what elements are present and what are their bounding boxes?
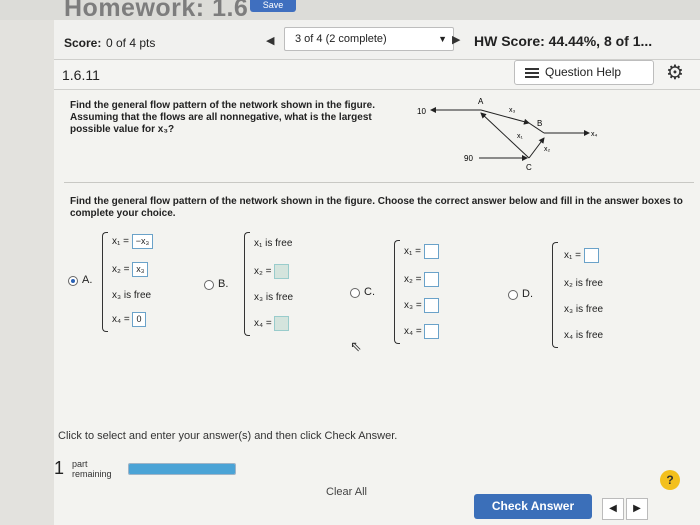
option-d-brace <box>552 242 558 348</box>
option-d-radio[interactable] <box>508 290 518 300</box>
option-c-letter: C. <box>364 286 375 298</box>
parts-remaining-count: 1 <box>54 458 65 478</box>
score-label: Score: <box>64 36 102 50</box>
option-c-row3: x₃ = <box>404 298 440 313</box>
option-b-x4-input[interactable] <box>274 316 290 331</box>
parts-remaining-label: part remaining <box>72 459 112 479</box>
parts-progress-bar <box>128 463 236 475</box>
option-d-x1-input[interactable] <box>583 248 599 263</box>
next-question-icon[interactable]: ▶ <box>452 33 460 46</box>
option-c-row2-label: x₂ = <box>404 274 422 286</box>
option-a-row2-label: x₂ = <box>112 264 130 276</box>
option-b-row2: x₂ = <box>254 264 290 279</box>
next-part-button[interactable]: ▶ <box>626 498 648 520</box>
question-position-label: 3 of 4 (2 complete) <box>295 33 387 45</box>
option-a-row3: x₃ is free <box>112 290 152 301</box>
inflow-bottom-label: 90 <box>464 154 473 163</box>
gear-icon[interactable]: ⚙ <box>666 60 684 85</box>
option-c-row1-label: x₁ = <box>404 246 421 258</box>
x3-label: x₃ <box>509 107 516 114</box>
hw-score: HW Score: 44.44%, 8 of 1... <box>474 33 653 49</box>
option-d-letter: D. <box>522 288 533 300</box>
question-content: Find the general flow pattern of the net… <box>54 90 700 525</box>
option-d-row3: x₃ is free <box>564 304 604 315</box>
mouse-cursor-icon: ⇖ <box>350 338 362 354</box>
option-a-brace <box>102 232 108 332</box>
x2-label: x₂ <box>544 146 551 153</box>
option-c-x4-input[interactable] <box>424 324 440 339</box>
option-a-row1-label: x₁ = <box>112 236 129 248</box>
option-c-row4: x₄ = <box>404 324 440 339</box>
option-b-row1: x₁ is free <box>254 238 293 249</box>
option-c-row1: x₁ = <box>404 244 439 259</box>
chevron-down-icon: ▼ <box>438 34 447 44</box>
node-a-label: A <box>478 98 484 106</box>
option-c-x3-input[interactable] <box>424 298 440 313</box>
question-number: 1.6.11 <box>62 67 100 83</box>
previous-part-button[interactable]: ◀ <box>602 498 624 520</box>
option-b-row4-label: x₄ = <box>254 318 272 330</box>
option-a-x2-input[interactable]: x₃ <box>132 262 149 277</box>
option-a-row1: x₁ = −x₃ <box>112 234 154 249</box>
help-icon[interactable]: ? <box>660 470 680 490</box>
part-label-line2: remaining <box>72 469 112 479</box>
option-a-row2: x₂ = x₃ <box>112 262 149 277</box>
node-b-label: B <box>537 119 542 128</box>
option-b-row3: x₃ is free <box>254 292 294 303</box>
x4-label: x₄ <box>591 131 598 138</box>
clear-all-button[interactable]: Clear All <box>326 486 367 498</box>
option-d-row1: x₁ = <box>564 248 599 263</box>
option-a-letter: A. <box>82 274 93 286</box>
node-c-label: C <box>526 163 532 172</box>
question-position-dropdown[interactable]: 3 of 4 (2 complete) ▼ <box>284 27 454 51</box>
edge-x2 <box>528 137 545 159</box>
option-b-letter: B. <box>218 278 229 290</box>
instructions-footer: Click to select and enter your answer(s)… <box>58 430 398 442</box>
option-c-x2-input[interactable] <box>424 272 440 287</box>
option-b-row4: x₄ = <box>254 316 290 331</box>
score-bar: Score: 0 of 4 pts ◀ 3 of 4 (2 complete) … <box>54 20 700 60</box>
option-b-radio[interactable] <box>204 280 214 290</box>
score-value: 0 of 4 pts <box>106 36 156 50</box>
question-bar: 1.6.11 Question Help ⚙ <box>54 60 700 90</box>
divider <box>64 182 694 183</box>
menu-icon <box>525 68 539 78</box>
option-a-x4-input[interactable]: 0 <box>132 312 147 327</box>
option-a-x1-input[interactable]: −x₃ <box>131 234 154 249</box>
inflow-top-label: 10 <box>417 107 426 116</box>
question-help-button[interactable]: Question Help <box>514 60 654 85</box>
option-d-row4: x₄ is free <box>564 330 604 341</box>
edge-x3 <box>480 109 530 125</box>
check-answer-button[interactable]: Check Answer <box>474 494 592 519</box>
option-c-row3-label: x₃ = <box>404 300 422 312</box>
option-b-x2-input[interactable] <box>274 264 290 279</box>
option-c-brace <box>394 240 400 344</box>
part-label-line1: part <box>72 459 88 469</box>
x1-label: x₁ <box>517 133 524 140</box>
option-d-row1-label: x₁ = <box>564 250 581 262</box>
option-a-row4-label: x₄ = <box>112 314 130 326</box>
save-button[interactable]: Save <box>250 0 296 12</box>
question-text: Find the general flow pattern of the net… <box>70 100 376 135</box>
network-diagram: 10 90 A B C x₃ x₁ x₂ x₄ <box>417 98 598 172</box>
left-strip <box>0 20 54 525</box>
option-c-row4-label: x₄ = <box>404 326 422 338</box>
instruction-text: Find the general flow pattern of the net… <box>70 196 683 219</box>
option-d-row2: x₂ is free <box>564 278 603 289</box>
option-c-radio[interactable] <box>350 288 360 298</box>
option-a-radio[interactable] <box>68 276 78 286</box>
option-b-row2-label: x₂ = <box>254 266 272 278</box>
option-b-brace <box>244 232 250 336</box>
option-c-row2: x₂ = <box>404 272 440 287</box>
previous-question-icon[interactable]: ◀ <box>266 34 274 47</box>
question-help-label: Question Help <box>545 65 622 79</box>
option-a-row4: x₄ = 0 <box>112 312 147 327</box>
option-c-x1-input[interactable] <box>423 244 439 259</box>
progress-fill <box>129 464 235 474</box>
